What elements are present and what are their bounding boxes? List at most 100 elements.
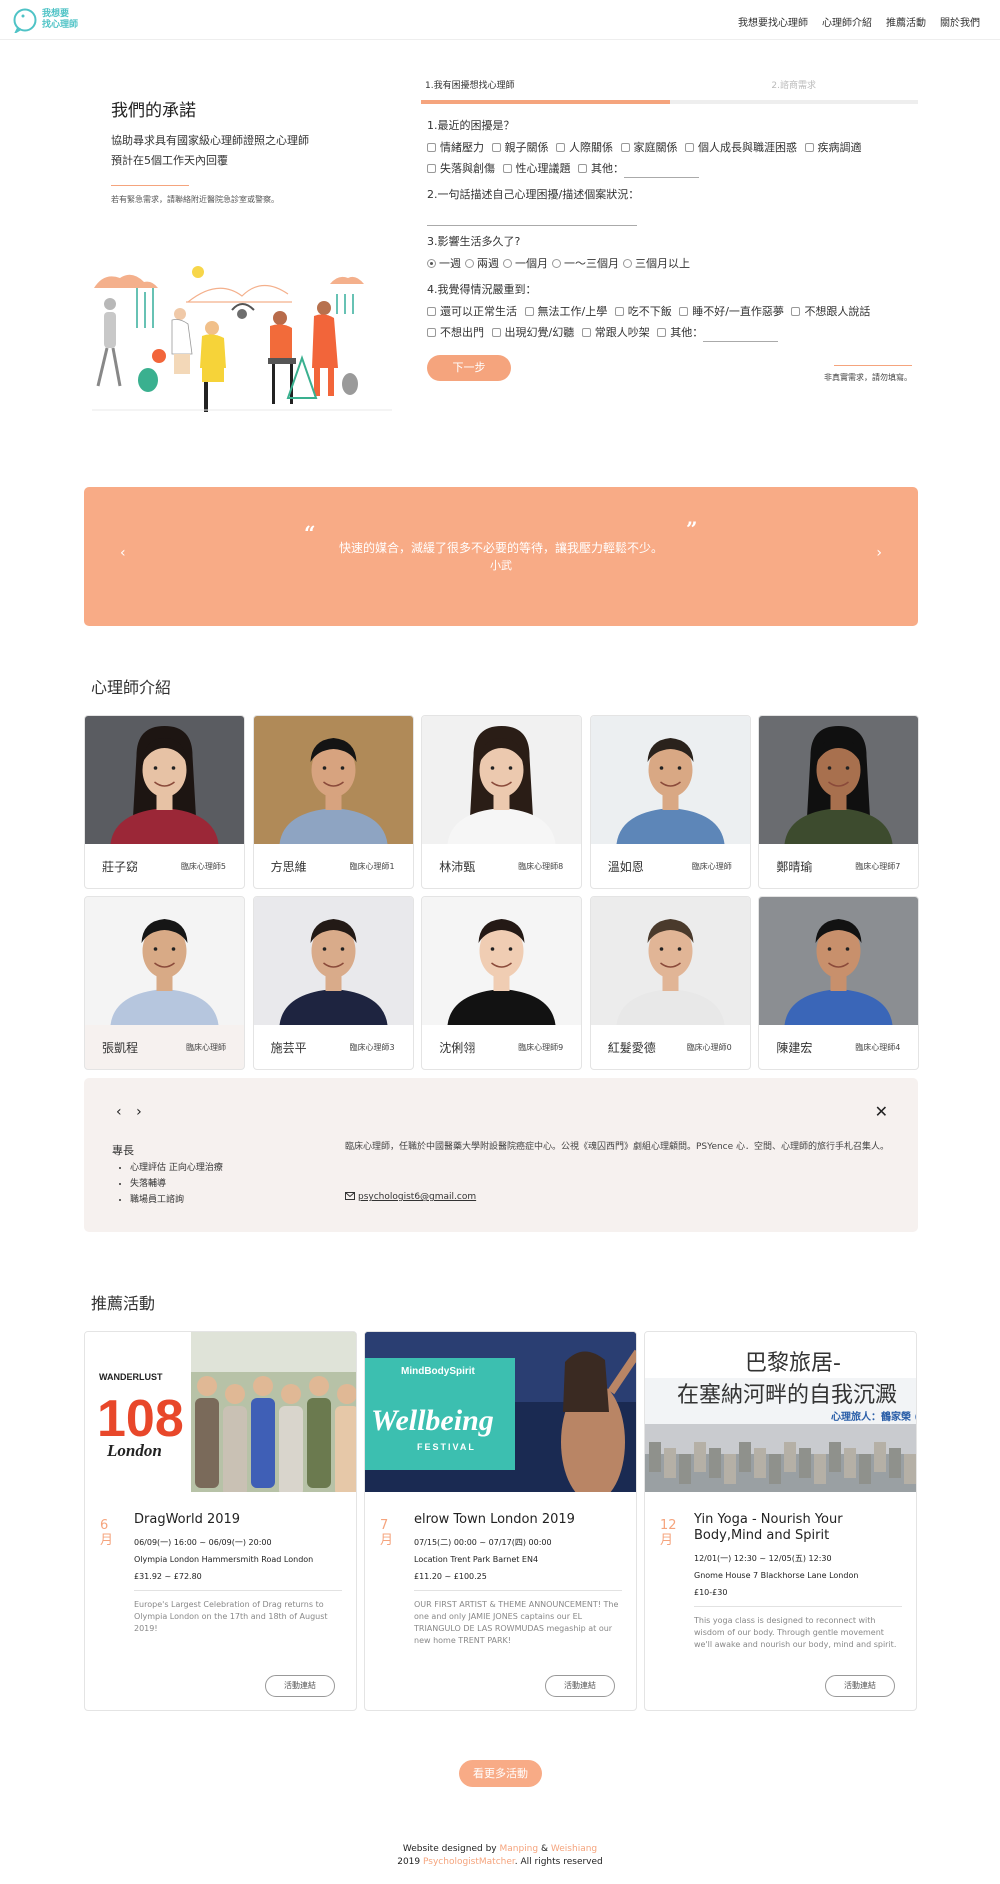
duration-option-1[interactable]: 一週 (427, 257, 461, 270)
promise-line-2: 預計在5個工作天內回覆 (111, 154, 228, 167)
option-6[interactable]: 疾病調適 (804, 141, 862, 154)
next-step-button[interactable]: 下一步 (427, 355, 511, 381)
step-1-label[interactable]: 1.我有困擾想找心理師 (425, 78, 515, 100)
option-5[interactable]: 個人成長與職涯困惑 (685, 141, 797, 154)
option-2[interactable]: 無法工作/上學 (524, 305, 607, 318)
option-label: 兩週 (477, 257, 499, 270)
option-3[interactable]: 吃不下飯 (614, 305, 672, 318)
question-2-title: 2.一句話描述自己心理困擾/描述個案狀況： (427, 188, 640, 201)
option-3[interactable]: 人際關係 (556, 141, 613, 154)
duration-option-2[interactable]: 兩週 (465, 257, 499, 270)
psychologist-card[interactable]: 莊子窈 臨床心理師5 (84, 715, 245, 889)
checkbox[interactable] (502, 164, 512, 173)
psychologist-card[interactable]: 紅髮愛德 臨床心理師0 (589, 896, 751, 1070)
checkbox[interactable] (427, 328, 436, 337)
option-label: 出現幻覺/幻聽 (504, 326, 575, 339)
option-8[interactable]: 常跟人吵架 (581, 326, 650, 339)
footer-designer-1[interactable]: Manping (499, 1844, 538, 1854)
psychologist-card[interactable]: 林沛甄 臨床心理師8 (421, 715, 583, 889)
event-image-wrap[interactable]: 巴黎旅居- 在塞納河畔的自我沉澱 心理旅人：鶴家榮 ( (645, 1332, 916, 1492)
promise-title: 我們的承諾 (111, 101, 196, 121)
option-9[interactable]: 其他： (578, 162, 699, 178)
checkbox[interactable] (620, 143, 630, 152)
checkbox[interactable] (679, 307, 689, 316)
psychologist-card[interactable]: 方思維 臨床心理師1 (252, 715, 414, 889)
option-5[interactable]: 不想跟人說話 (791, 305, 870, 318)
question-1: 1.最近的困擾是？ 情緒壓力 親子關係 人際關係 家庭關係 個人成長與職涯困惑 … (427, 116, 912, 179)
checkbox[interactable] (581, 328, 591, 337)
portrait-photo (590, 897, 750, 1025)
option-9[interactable]: 其他： (657, 326, 779, 342)
psychologist-title: 臨床心理師0 (686, 1043, 732, 1052)
checkbox[interactable] (685, 143, 694, 152)
event-image-text: London (106, 1441, 162, 1460)
checkbox[interactable] (804, 143, 814, 152)
footer-rights: . All rights reserved (514, 1857, 603, 1867)
footer-site-link[interactable]: PsychologistMatcher (423, 1857, 515, 1867)
checkbox[interactable] (491, 328, 501, 337)
radio-button[interactable] (427, 259, 436, 268)
event-title[interactable]: DragWorld 2019 (134, 1512, 342, 1528)
event-image-wrap[interactable]: WANDERLUST 108 London (85, 1332, 356, 1492)
radio-button[interactable] (465, 259, 474, 268)
footer-designer-2[interactable]: Weishiang (551, 1844, 597, 1854)
description-input[interactable] (427, 206, 637, 226)
checkbox[interactable] (491, 143, 501, 152)
psychologist-card[interactable]: 施芸平 臨床心理師3 (252, 896, 414, 1070)
checkbox[interactable] (427, 143, 436, 152)
event-title[interactable]: Yin Yoga - Nourish Your Body,Mind and Sp… (694, 1512, 902, 1544)
checkbox[interactable] (524, 307, 534, 316)
option-7[interactable]: 出現幻覺/幻聽 (491, 326, 575, 339)
event-image-wrap[interactable]: MindBodySpirit Wellbeing FESTIVAL (365, 1332, 636, 1492)
psychologist-email-link[interactable]: psychologist6@gmail.com (345, 1192, 476, 1202)
checkbox[interactable] (578, 164, 587, 173)
event-link-button[interactable]: 活動連結 (265, 1675, 335, 1697)
radio-button[interactable] (503, 259, 512, 268)
nav-about[interactable]: 關於我們 (940, 14, 980, 29)
option-1[interactable]: 還可以正常生活 (427, 305, 517, 318)
checkbox[interactable] (614, 307, 624, 316)
event-link-button[interactable]: 活動連結 (545, 1675, 615, 1697)
radio-button[interactable] (623, 259, 632, 268)
nav-events[interactable]: 推薦活動 (886, 14, 926, 29)
event-title[interactable]: elrow Town London 2019 (414, 1512, 622, 1528)
detail-prev-icon[interactable]: ‹ (116, 1104, 122, 1120)
psychologist-name: 方思維 (270, 860, 307, 874)
option-2[interactable]: 親子關係 (491, 141, 549, 154)
psychologist-name: 鄭晴瑜 (776, 860, 813, 874)
logo[interactable]: 我想要 找心理師 (12, 7, 78, 33)
event-divider (134, 1590, 342, 1591)
psychologist-card[interactable]: 陳建宏 臨床心理師4 (758, 896, 920, 1070)
testimonial-next-arrow[interactable]: › (876, 545, 882, 561)
option-4[interactable]: 家庭關係 (620, 141, 678, 154)
option-4[interactable]: 睡不好/一直作惡夢 (679, 305, 784, 318)
form-steps: 1.我有困擾想找心理師 2.諮商需求 (421, 78, 918, 100)
detail-close-icon[interactable]: ✕ (875, 1102, 888, 1121)
duration-option-4[interactable]: 一～三個月 (552, 257, 619, 270)
option-8[interactable]: 性心理議題 (502, 162, 571, 175)
psychologist-card[interactable]: 溫如恩 臨床心理師 (589, 715, 751, 889)
event-link-button[interactable]: 活動連結 (825, 1675, 895, 1697)
checkbox[interactable] (791, 307, 801, 316)
duration-option-5[interactable]: 三個月以上 (623, 257, 690, 270)
step-2-label[interactable]: 2.諮商需求 (771, 78, 816, 100)
checkbox[interactable] (556, 143, 565, 152)
other-input[interactable] (624, 164, 699, 178)
checkbox[interactable] (427, 164, 436, 173)
other-input[interactable] (703, 328, 779, 342)
radio-button[interactable] (552, 259, 561, 268)
event-month: 7月 (380, 1518, 394, 1548)
nav-find-psychologist[interactable]: 我想要找心理師 (738, 14, 808, 29)
psychologist-card[interactable]: 張凱程 臨床心理師 (84, 896, 245, 1070)
option-6[interactable]: 不想出門 (427, 326, 484, 339)
checkbox[interactable] (657, 328, 667, 337)
more-events-button[interactable]: 看更多活動 (459, 1760, 542, 1787)
option-7[interactable]: 失落與創傷 (427, 162, 495, 175)
checkbox[interactable] (427, 307, 436, 316)
detail-next-icon[interactable]: › (136, 1104, 142, 1120)
psychologist-card[interactable]: 鄭晴瑜 臨床心理師7 (758, 715, 920, 889)
duration-option-3[interactable]: 一個月 (503, 257, 548, 270)
psychologist-card[interactable]: 沈俐翎 臨床心理師9 (421, 896, 583, 1070)
option-1[interactable]: 情緒壓力 (427, 141, 484, 154)
nav-psychologists[interactable]: 心理師介紹 (822, 14, 872, 29)
